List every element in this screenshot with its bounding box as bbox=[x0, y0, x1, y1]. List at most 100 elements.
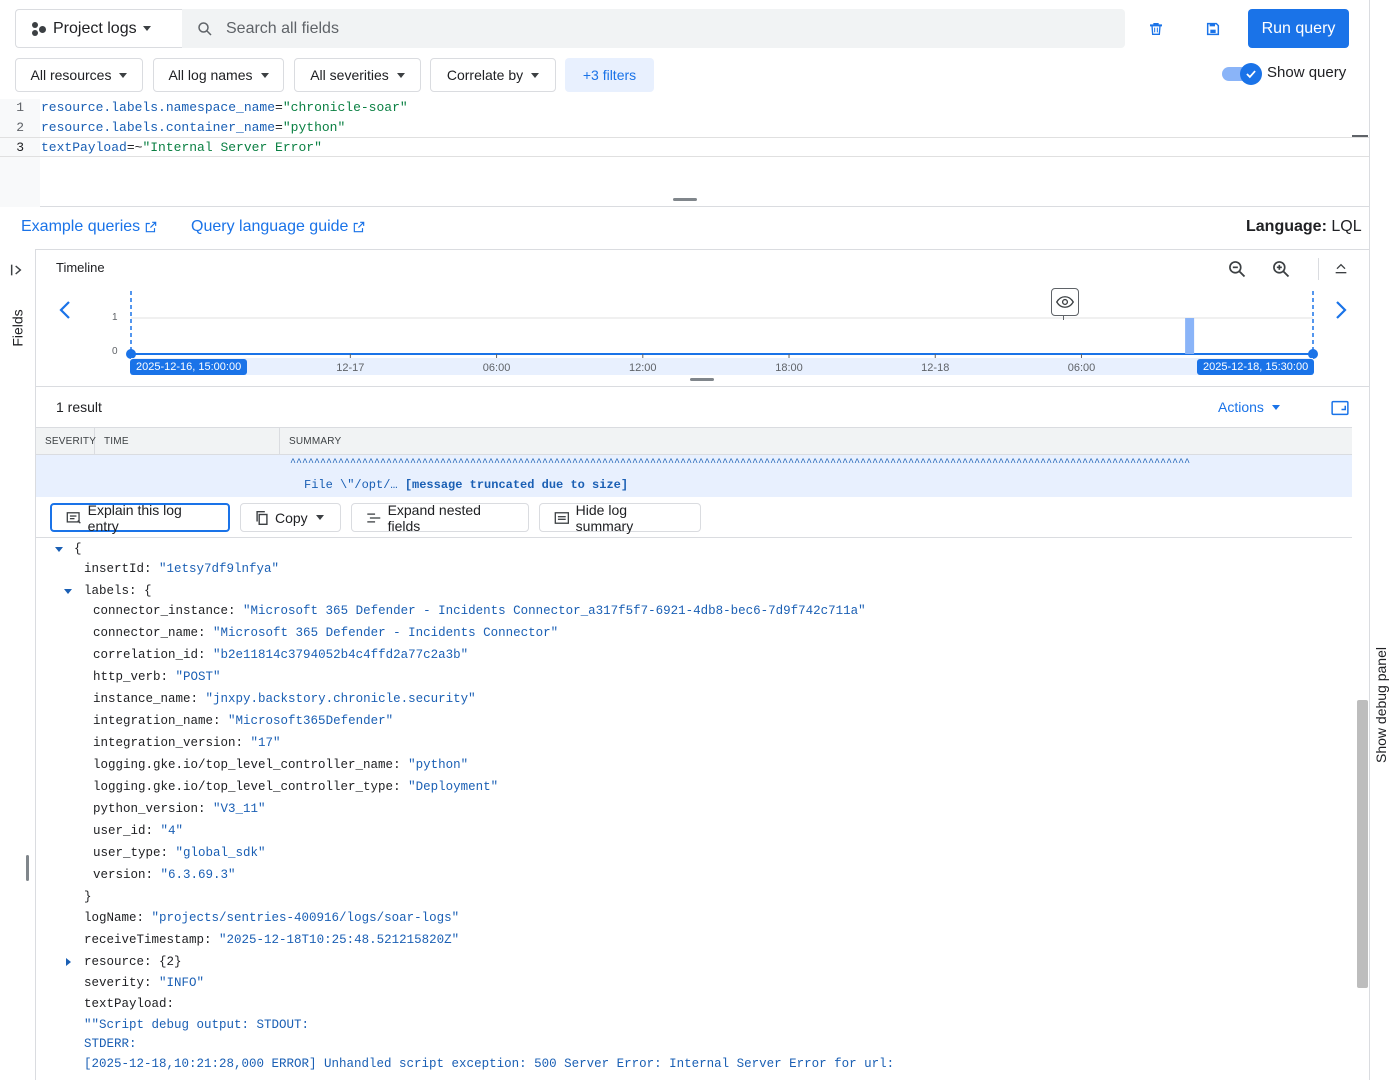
expand-toggle-icon[interactable] bbox=[66, 958, 71, 966]
range-end-label: 2025-12-18, 15:30:00 bbox=[1197, 359, 1315, 375]
timeline-bar bbox=[1185, 318, 1195, 354]
actions-label: Actions bbox=[1218, 399, 1264, 415]
json-label-field: connector_name: "Microsoft 365 Defender … bbox=[93, 626, 559, 640]
json-label-field: user_id: "4" bbox=[93, 824, 184, 838]
json-key: instance_name bbox=[93, 692, 191, 706]
explain-icon bbox=[66, 511, 81, 524]
log-summary-row[interactable]: ^^^^^^^^^^^^^^^^^^^^^^^^^^^^^^^^^^^^^^^^… bbox=[36, 455, 1352, 497]
x-tick-label: 12-17 bbox=[336, 362, 364, 374]
close-brace: } bbox=[84, 890, 92, 904]
column-header-severity[interactable]: SEVERITY bbox=[36, 428, 96, 454]
json-value: "jnxpy.backstory.chronicle.security" bbox=[205, 692, 476, 706]
open-in-full-icon bbox=[1331, 400, 1349, 416]
timeline-chart[interactable]: 12-17 06:00 12:00 18:00 12-18 06:00 bbox=[0, 0, 1392, 390]
debug-label: Show debug panel bbox=[1372, 647, 1389, 763]
summary-truncated: [message truncated due to size] bbox=[404, 478, 629, 492]
marker-stem bbox=[1063, 316, 1064, 320]
json-label-field: version: "6.3.69.3" bbox=[93, 868, 236, 882]
json-field-receivetimestamp: receiveTimestamp: "2025-12-18T10:25:48.5… bbox=[84, 933, 460, 947]
range-start-label: 2025-12-16, 15:00:00 bbox=[130, 359, 248, 375]
json-key: integration_version bbox=[93, 736, 236, 750]
result-count: 1 result bbox=[56, 399, 102, 415]
json-value: "2025-12-18T10:25:48.521215820Z" bbox=[219, 933, 460, 947]
json-value: "6.3.69.3" bbox=[160, 868, 236, 882]
json-value: "Microsoft 365 Defender - Incidents Conn… bbox=[213, 626, 559, 640]
column-header-summary[interactable]: SUMMARY bbox=[280, 428, 480, 454]
view-histogram-button[interactable] bbox=[1051, 288, 1079, 316]
x-tick-label: 18:00 bbox=[775, 362, 803, 374]
json-field-insertid: insertId: "1etsy7df9lnfya" bbox=[84, 562, 280, 576]
summary-file: File \"/opt/… bbox=[304, 478, 398, 492]
x-tick-label: 06:00 bbox=[1068, 362, 1096, 374]
json-value: "global_sdk" bbox=[175, 846, 266, 860]
json-key: logging.gke.io/top_level_controller_type bbox=[93, 780, 394, 794]
json-field-severity: severity: "INFO" bbox=[84, 976, 205, 990]
summary-icon bbox=[554, 511, 570, 524]
fullscreen-button[interactable] bbox=[1329, 397, 1351, 419]
json-key: http_verb bbox=[93, 670, 161, 684]
range-start-handle bbox=[126, 349, 136, 359]
log-entry-json: { insertId: "1etsy7df9lnfya" labels: { c… bbox=[36, 537, 1352, 1080]
json-value: "python" bbox=[408, 758, 469, 772]
x-tick-label: 12:00 bbox=[629, 362, 657, 374]
x-tick-label: 12-18 bbox=[921, 362, 949, 374]
json-brace: { bbox=[144, 584, 152, 598]
json-key: correlation_id bbox=[93, 648, 199, 662]
hide-log-summary-button[interactable]: Hide log summary bbox=[539, 502, 701, 534]
expand-icon bbox=[367, 512, 381, 523]
open-brace: { bbox=[74, 542, 82, 556]
collapse-toggle-icon[interactable] bbox=[55, 546, 63, 552]
json-label-field: instance_name: "jnxpy.backstory.chronicl… bbox=[93, 692, 476, 706]
json-value: "projects/sentries-400916/logs/soar-logs… bbox=[151, 911, 460, 925]
json-key: connector_instance bbox=[93, 604, 229, 618]
json-value: "4" bbox=[160, 824, 184, 838]
left-resize-handle[interactable] bbox=[26, 855, 29, 881]
json-field-textpayload: textPayload: bbox=[84, 997, 175, 1011]
payload-line: ""Script debug output: STDOUT: bbox=[84, 1018, 310, 1032]
payload-line: [2025-12-18,10:21:28,000 ERROR] Unhandle… bbox=[84, 1057, 895, 1071]
json-value: "17" bbox=[250, 736, 281, 750]
copy-icon bbox=[256, 510, 268, 525]
json-value: "b2e11814c3794052b4c4ffd2a77c2a3b" bbox=[213, 648, 469, 662]
json-value: "Microsoft 365 Defender - Incidents Conn… bbox=[243, 604, 866, 618]
json-key: python_version bbox=[93, 802, 199, 816]
json-key: resource bbox=[84, 955, 145, 969]
json-value: "Deployment" bbox=[408, 780, 499, 794]
json-value: "Microsoft365Defender" bbox=[228, 714, 394, 728]
copy-button[interactable]: Copy bbox=[240, 503, 341, 532]
results-scrollbar[interactable] bbox=[1357, 700, 1368, 988]
json-label-field: python_version: "V3_11" bbox=[93, 802, 266, 816]
json-key: version bbox=[93, 868, 146, 882]
actions-menu[interactable]: Actions bbox=[1218, 399, 1280, 415]
json-label-field: integration_name: "Microsoft365Defender" bbox=[93, 714, 394, 728]
debug-rail bbox=[1369, 0, 1392, 1080]
timeline-resize-handle[interactable] bbox=[690, 378, 714, 381]
explain-log-entry-button[interactable]: Explain this log entry bbox=[50, 502, 230, 534]
json-key: connector_name bbox=[93, 626, 199, 640]
json-value: "V3_11" bbox=[213, 802, 266, 816]
chevron-down-icon bbox=[1271, 404, 1280, 410]
chevron-down-icon bbox=[315, 515, 324, 520]
summary-carets: ^^^^^^^^^^^^^^^^^^^^^^^^^^^^^^^^^^^^^^^^… bbox=[290, 458, 1191, 469]
json-key: user_id bbox=[93, 824, 146, 838]
collapse-toggle-icon[interactable] bbox=[64, 588, 72, 594]
expand-nested-fields-button[interactable]: Expand nested fields bbox=[351, 501, 529, 534]
json-value: "POST" bbox=[175, 670, 221, 684]
json-value: "INFO" bbox=[159, 976, 205, 990]
copy-label: Copy bbox=[275, 509, 308, 526]
x-tick-label: 06:00 bbox=[483, 362, 511, 374]
show-debug-panel-button[interactable]: Show debug panel bbox=[1369, 640, 1392, 770]
json-label-field: integration_version: "17" bbox=[93, 736, 281, 750]
json-label-field: connector_instance: "Microsoft 365 Defen… bbox=[93, 604, 866, 618]
json-field-labels: labels: { bbox=[64, 582, 152, 600]
column-header-time[interactable]: TIME bbox=[95, 428, 280, 454]
expand-label: Expand nested fields bbox=[387, 501, 481, 534]
json-key: user_type bbox=[93, 846, 161, 860]
json-label-field: http_verb: "POST" bbox=[93, 670, 221, 684]
json-label-field: user_type: "global_sdk" bbox=[93, 846, 266, 860]
json-value: "1etsy7df9lnfya" bbox=[159, 562, 280, 576]
json-key: logging.gke.io/top_level_controller_name bbox=[93, 758, 394, 772]
range-end-handle bbox=[1308, 349, 1318, 359]
json-key: severity bbox=[84, 976, 145, 990]
json-field-logname: logName: "projects/sentries-400916/logs/… bbox=[84, 911, 460, 925]
